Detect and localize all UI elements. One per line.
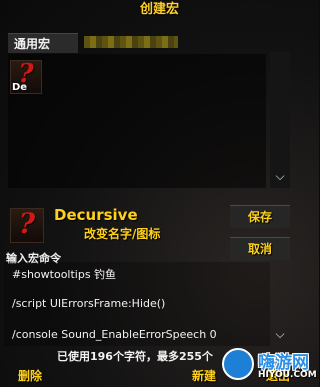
save-button[interactable]: 保存 [230,205,290,228]
selected-macro-icon[interactable]: ? [10,207,44,243]
chevron-down-icon[interactable]: ⌵ [270,168,290,184]
macro-command-editor[interactable]: #showtooltips 钓鱼 /script UIErrorsFrame:H… [4,262,270,346]
selected-macro-name: Decursive [54,206,138,224]
watermark-logo: 嗨游网 HIYOU.COM [218,346,318,386]
window-title: 创建宏 [139,2,179,17]
chevron-down-icon[interactable]: ⌵ [270,326,290,342]
watermark-circle-icon [222,348,254,380]
character-count: 已使用196个字符，最多255个 [57,350,213,363]
editor-line: /console Sound_EnableErrorSpeech 0 [12,328,217,341]
macro-list [8,54,266,188]
tab-character-macros-blurred[interactable] [84,36,178,48]
tab-general-macros[interactable]: 通用宏 [8,33,78,53]
create-macro-window: 创建宏 通用宏 ? De ⌵ ? Decursive 改变名字/图标 保存 取消… [0,0,319,387]
editor-line: #showtooltips 钓鱼 [12,268,117,281]
new-button[interactable]: 新建 [192,366,216,386]
macro-slot[interactable]: ? De [10,59,42,94]
change-name-icon-button[interactable]: 改变名字/图标 [84,225,160,242]
watermark-url: HIYOU.COM [258,370,317,380]
delete-button[interactable]: 删除 [18,366,42,386]
macro-slot-label: De [12,82,28,93]
macro-list-scrollbar[interactable]: ⌵ [270,52,290,188]
editor-scrollbar[interactable]: ⌵ [272,262,290,346]
editor-line: /script UIErrorsFrame:Hide() [12,297,166,310]
cancel-button[interactable]: 取消 [230,237,290,260]
question-mark-icon: ? [18,207,36,240]
